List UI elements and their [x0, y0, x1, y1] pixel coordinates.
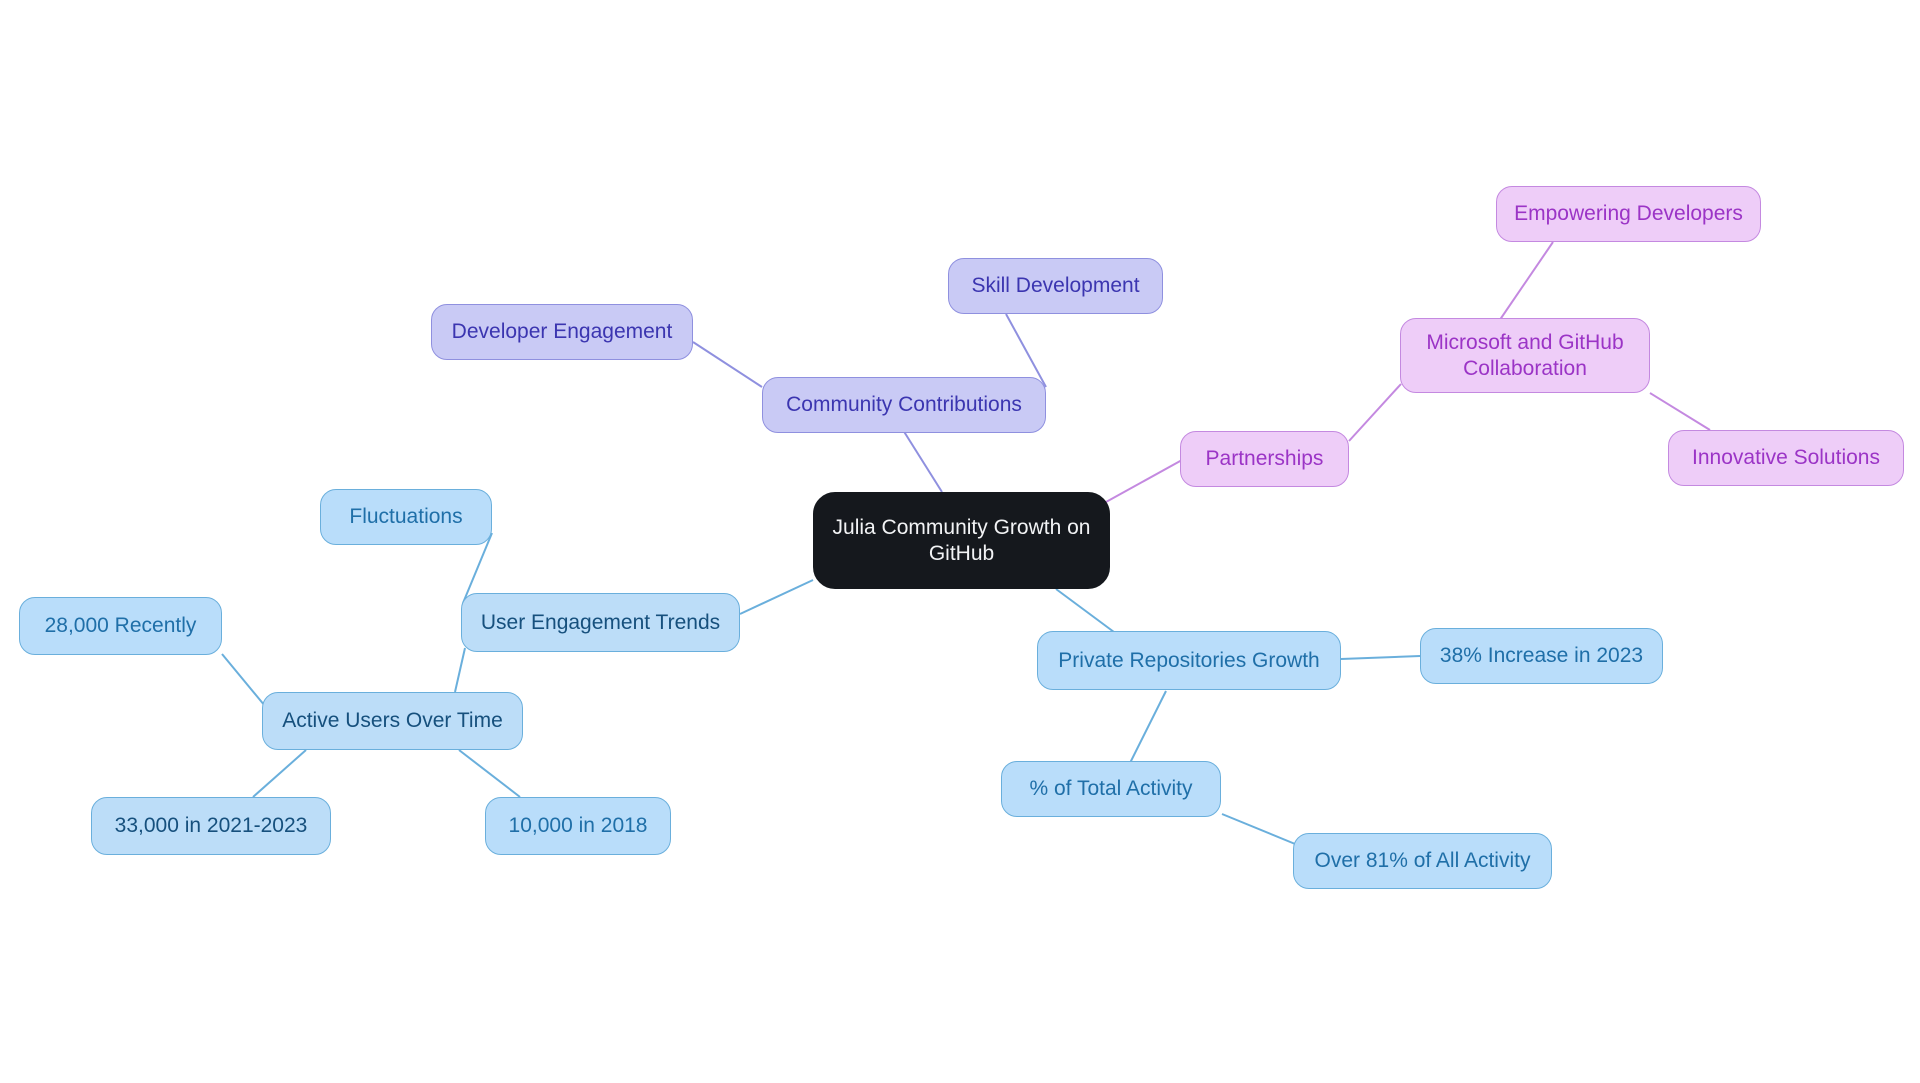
node-microsoft-github-collaboration[interactable]: Microsoft and GitHub Collaboration: [1400, 318, 1650, 393]
node-developer-engagement[interactable]: Developer Engagement: [431, 304, 693, 360]
edge-root-user-engagement-trends: [739, 579, 814, 615]
node-in-2018[interactable]: 10,000 in 2018: [485, 797, 671, 855]
node-partnerships[interactable]: Partnerships: [1180, 431, 1349, 487]
edge-microsoft-github-collaboration-empowering-developers: [1494, 241, 1554, 328]
node-over-81-percent[interactable]: Over 81% of All Activity: [1293, 833, 1552, 889]
edge-active-users-over-time-in-2018: [458, 749, 521, 798]
edge-root-community-contributions: [902, 429, 943, 493]
node-increase-2023[interactable]: 38% Increase in 2023: [1420, 628, 1663, 684]
edge-private-repositories-growth-increase-2023: [1340, 655, 1421, 660]
edge-percent-total-activity-over-81-percent: [1221, 813, 1301, 847]
node-innovative-solutions[interactable]: Innovative Solutions: [1668, 430, 1904, 486]
edge-microsoft-github-collaboration-innovative-solutions: [1649, 392, 1711, 431]
edge-active-users-over-time-in-2021-2023: [252, 749, 307, 798]
edge-root-partnerships: [1105, 459, 1183, 503]
node-empowering-developers[interactable]: Empowering Developers: [1496, 186, 1761, 242]
node-community-contributions[interactable]: Community Contributions: [762, 377, 1046, 433]
edge-partnerships-microsoft-github-collaboration: [1348, 383, 1402, 442]
node-percent-total-activity[interactable]: % of Total Activity: [1001, 761, 1221, 817]
edge-root-private-repositories-growth: [1055, 588, 1119, 636]
node-skill-development[interactable]: Skill Development: [948, 258, 1163, 314]
node-private-repositories-growth[interactable]: Private Repositories Growth: [1037, 631, 1341, 690]
node-active-users-over-time[interactable]: Active Users Over Time: [262, 692, 523, 750]
node-in-2021-2023[interactable]: 33,000 in 2021-2023: [91, 797, 331, 855]
mindmap-canvas: Julia Community Growth on GitHub Communi…: [0, 0, 1920, 1083]
node-recently-28000[interactable]: 28,000 Recently: [19, 597, 222, 655]
node-root[interactable]: Julia Community Growth on GitHub: [813, 492, 1110, 589]
edge-active-users-over-time-recently-28000: [221, 653, 266, 707]
edge-community-contributions-developer-engagement: [692, 341, 763, 388]
edge-private-repositories-growth-percent-total-activity: [1127, 690, 1167, 768]
node-fluctuations[interactable]: Fluctuations: [320, 489, 492, 545]
edge-user-engagement-trends-active-users-over-time: [454, 647, 466, 693]
node-user-engagement-trends[interactable]: User Engagement Trends: [461, 593, 740, 652]
